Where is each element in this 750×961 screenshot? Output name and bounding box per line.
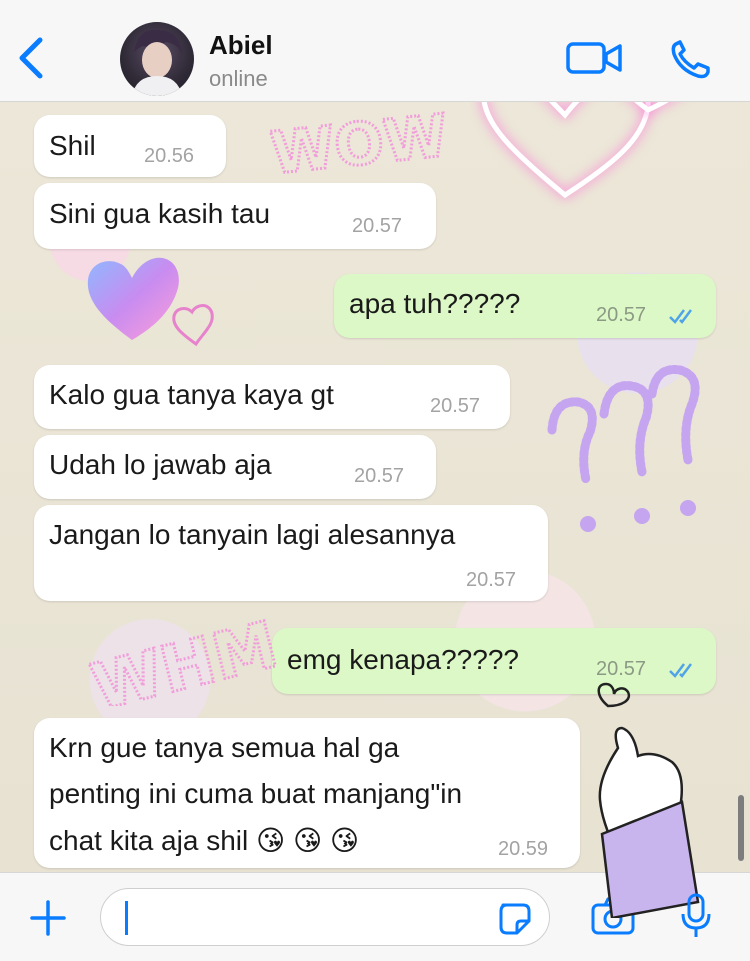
message-incoming[interactable]: Jangan lo tanyain lagi alesannya 20.57: [34, 505, 548, 601]
message-text-line: Krn gue tanya semua hal ga: [49, 732, 400, 763]
message-text-line: penting ini cuma buat manjang"in: [49, 778, 463, 809]
message-text: Udah lo jawab aja: [49, 449, 272, 480]
message-outgoing[interactable]: apa tuh????? 20.57: [334, 274, 716, 338]
avatar[interactable]: [120, 22, 194, 96]
message-time: 20.59: [498, 838, 549, 860]
message-time: 20.57: [354, 465, 405, 487]
message-time: 20.57: [430, 395, 481, 417]
message-incoming[interactable]: Sini gua kasih tau 20.57: [34, 183, 436, 249]
message-text: apa tuh?????: [349, 288, 521, 319]
message-incoming[interactable]: Udah lo jawab aja 20.57: [34, 435, 436, 499]
phone-icon[interactable]: [668, 38, 712, 82]
contact-name[interactable]: Abiel: [209, 30, 273, 61]
sticker-icon[interactable]: [497, 901, 533, 937]
message-outgoing[interactable]: emg kenapa????? 20.57: [272, 628, 716, 694]
chat-area[interactable]: Shil 20.56 Sini gua kasih tau 20.57 apa …: [0, 102, 750, 872]
message-text: Sini gua kasih tau: [49, 198, 271, 229]
message-time: 20.57: [352, 215, 403, 237]
message-text-line: chat kita aja shil 😘 😘 😘: [49, 825, 360, 856]
message-text: emg kenapa?????: [287, 644, 519, 675]
back-chevron-icon: [19, 37, 43, 79]
message-incoming[interactable]: Shil 20.56: [34, 115, 226, 177]
message-input[interactable]: [100, 888, 550, 946]
video-call-icon[interactable]: [566, 40, 624, 76]
message-text: Shil: [49, 130, 96, 161]
text-caret: [125, 901, 128, 935]
chat-header: Abiel online: [0, 0, 750, 102]
message-time: 20.56: [144, 145, 195, 167]
scrollbar[interactable]: [738, 795, 744, 861]
message-time: 20.57: [596, 658, 647, 680]
read-receipt-icon: [669, 309, 692, 324]
message-text: Jangan lo tanyain lagi alesannya: [49, 519, 456, 550]
avatar-image: [132, 29, 182, 96]
read-receipt-icon: [669, 663, 692, 678]
message-time: 20.57: [466, 569, 517, 591]
plus-icon[interactable]: [28, 898, 68, 938]
message-incoming[interactable]: Kalo gua tanya kaya gt 20.57: [34, 365, 510, 429]
message-text: Kalo gua tanya kaya gt: [49, 379, 334, 410]
message-incoming[interactable]: Krn gue tanya semua hal ga penting ini c…: [34, 718, 580, 868]
contact-status: online: [209, 66, 268, 91]
microphone-icon[interactable]: [678, 892, 714, 940]
camera-icon[interactable]: [590, 896, 636, 936]
message-time: 20.57: [596, 304, 647, 326]
back-button[interactable]: [14, 34, 50, 82]
